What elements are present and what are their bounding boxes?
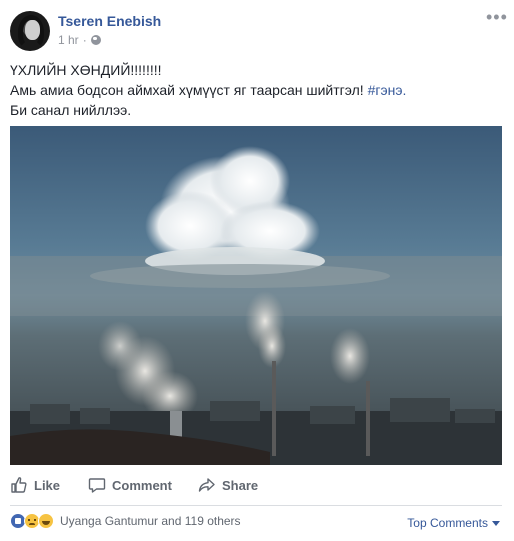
post-text-line-3: Би санал нийллээ. bbox=[10, 102, 132, 118]
haha-reaction-icon bbox=[38, 513, 54, 529]
post-text-line-2: Амь амиа бодсон аймхай хүмүүст яг таарса… bbox=[10, 80, 500, 100]
post-actions: Like Comment Share bbox=[10, 470, 502, 500]
top-comments-label: Top Comments bbox=[407, 516, 488, 530]
like-label: Like bbox=[34, 477, 61, 493]
reactors-text[interactable]: Uyanga Gantumur and 119 others bbox=[60, 514, 241, 528]
actions-divider bbox=[10, 505, 502, 506]
share-label: Share bbox=[222, 477, 259, 493]
post-time[interactable]: 1 hr bbox=[58, 33, 79, 47]
like-button[interactable]: Like bbox=[10, 470, 78, 500]
comment-button[interactable]: Comment bbox=[88, 470, 196, 500]
post-text-line-1: ҮХЛИЙН ХӨНДИЙ!!!!!!!! bbox=[10, 62, 162, 78]
caret-down-icon bbox=[492, 521, 500, 526]
avatar-face bbox=[25, 20, 40, 40]
top-comments-dropdown[interactable]: Top Comments bbox=[407, 516, 500, 530]
ellipsis-icon[interactable]: ••• bbox=[486, 8, 507, 26]
comment-icon bbox=[88, 478, 106, 493]
post-text: ҮХЛИЙН ХӨНДИЙ!!!!!!!! Амь амиа бодсон ай… bbox=[10, 60, 500, 120]
author-name[interactable]: Tseren Enebish bbox=[58, 13, 161, 29]
post-meta: 1 hr · bbox=[58, 33, 101, 47]
thumbs-up-icon bbox=[11, 477, 27, 493]
share-arrow-icon bbox=[198, 478, 215, 492]
comment-label: Comment bbox=[112, 477, 172, 493]
share-button[interactable]: Share bbox=[198, 470, 278, 500]
reactions-summary[interactable]: Uyanga Gantumur and 119 others bbox=[10, 513, 241, 529]
post-text-line-2-body: Амь амиа бодсон аймхай хүмүүст яг таарса… bbox=[10, 82, 368, 98]
globe-icon[interactable] bbox=[90, 35, 101, 45]
author-avatar[interactable] bbox=[10, 11, 50, 51]
facebook-post: Tseren Enebish 1 hr · ••• ҮХЛИЙН ХӨНДИЙ!… bbox=[0, 0, 514, 541]
hashtag-link[interactable]: #гэнэ. bbox=[368, 82, 407, 98]
meta-separator: · bbox=[82, 33, 87, 47]
post-photo[interactable] bbox=[10, 126, 502, 465]
